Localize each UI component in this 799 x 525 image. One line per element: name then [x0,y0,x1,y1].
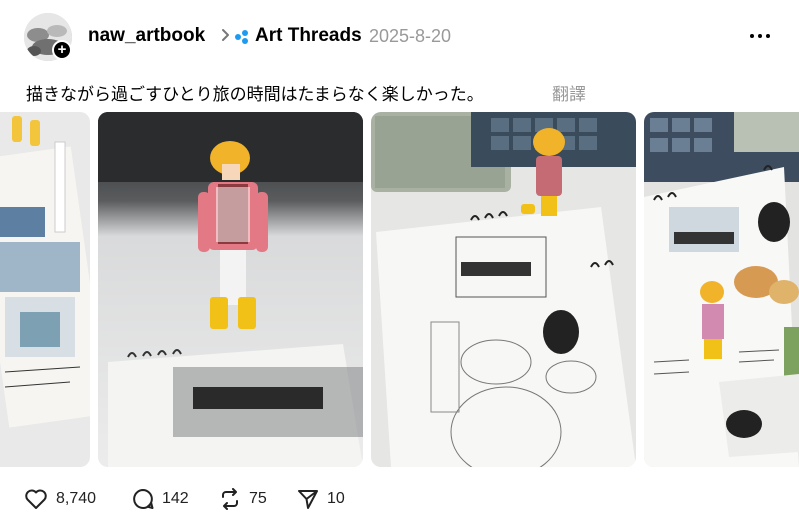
translate-link[interactable]: 翻譯 [552,80,586,105]
post-image-1[interactable] [0,112,90,467]
follow-plus-icon[interactable]: + [52,40,72,60]
post-image-3[interactable] [371,112,636,467]
like-count: 8,740 [56,490,97,507]
community-link[interactable]: Art Threads [255,25,362,47]
comment-button[interactable]: 142 [132,486,189,512]
comment-count: 142 [162,490,189,507]
post-image-2[interactable] [98,112,363,467]
post-image-4[interactable] [644,112,799,467]
action-bar: 8,740 142 75 10 [0,486,799,514]
post-date: 2025-8-20 [369,26,452,46]
repost-button[interactable]: 75 [219,486,267,512]
chevron-right-icon [222,29,229,41]
repost-count: 75 [249,490,267,507]
like-button[interactable]: 8,740 [24,486,96,512]
post-header: + naw_artbook Art Threads 2025-8-20 [0,0,799,70]
send-icon [298,490,318,509]
more-options-icon[interactable] [748,26,772,46]
repost-icon [222,488,238,510]
username[interactable]: naw_artbook [88,25,205,47]
image-carousel[interactable] [0,112,799,468]
share-button[interactable]: 10 [297,486,345,512]
heart-icon [25,489,47,509]
post-caption: 描きながら過ごすひとり旅の時間はたまらなく楽しかった。 [26,85,484,104]
share-count: 10 [327,490,345,507]
community-icon [235,30,248,44]
comment-icon [133,489,154,509]
